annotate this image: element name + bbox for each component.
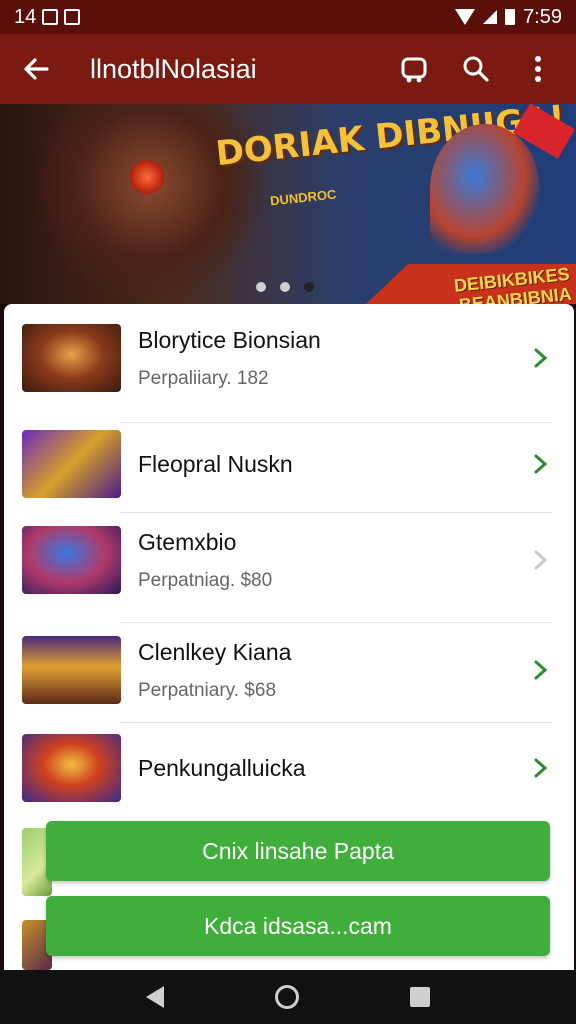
list-item-text: Gtemxbio Perpatniag. $80 (138, 529, 552, 592)
list-item[interactable]: Clenlkey Kiana Perpatniary. $68 (22, 636, 552, 704)
carousel-dot[interactable] (256, 282, 266, 292)
chevron-right-icon[interactable] (528, 658, 552, 682)
chevron-right-icon[interactable] (528, 756, 552, 780)
wifi-icon (455, 9, 476, 25)
carousel-indicators (256, 282, 314, 292)
more-options-button[interactable] (516, 47, 560, 91)
nav-home-icon[interactable] (274, 985, 299, 1009)
chevron-right-icon[interactable] (528, 346, 552, 370)
banner-subtitle: DUNDROC (269, 186, 338, 209)
game-thumbnail (22, 430, 121, 498)
nav-back-icon[interactable] (145, 986, 164, 1008)
notification-icon (42, 9, 59, 25)
search-button[interactable] (454, 47, 498, 91)
status-bar: 14 7:59 (0, 0, 576, 34)
primary-action-button[interactable]: Cnix linsahe Papta (46, 821, 550, 881)
game-thumbnail (22, 636, 121, 704)
promo-banner[interactable]: DORIAK DIBNIIGA! DUNDROC DEIBIKBIKES BEA… (0, 104, 576, 304)
status-right: 7:59 (455, 6, 562, 29)
gallery-icon (64, 9, 81, 25)
list-divider (120, 722, 552, 723)
status-time-left: 14 (14, 5, 37, 28)
more-vert-icon (535, 56, 541, 82)
system-nav-bar (0, 970, 576, 1024)
list-item[interactable]: Gtemxbio Perpatniag. $80 (22, 526, 552, 594)
search-icon (463, 56, 489, 82)
cart-icon (401, 57, 427, 83)
list-divider (120, 622, 552, 623)
secondary-action-button[interactable]: Kdca idsasa...cam (46, 896, 550, 956)
game-thumbnail (22, 526, 121, 594)
list-item-title: Clenlkey Kiana (138, 638, 292, 665)
status-clock: 7:59 (523, 5, 562, 28)
back-button[interactable] (16, 49, 56, 89)
list-divider (120, 422, 552, 423)
game-thumbnail (22, 324, 121, 392)
chevron-right-icon[interactable] (528, 452, 552, 476)
cart-button[interactable] (392, 47, 436, 91)
list-item-text: Clenlkey Kiana Perpatniary. $68 (138, 639, 552, 702)
carousel-dot[interactable] (280, 282, 290, 292)
list-item-text: Blorytice Bionsian Perpaliiary. 182 (138, 327, 552, 390)
page-title: llnotblNolasiai (90, 53, 257, 84)
app-bar: llnotblNolasiai (0, 34, 576, 104)
banner-hero-gem (130, 160, 164, 194)
list-item[interactable]: Blorytice Bionsian Perpaliiary. 182 (22, 324, 552, 392)
banner-characters (430, 124, 540, 254)
list-item[interactable]: Penkungalluicka (22, 734, 552, 802)
list-item-subtitle: Perpatniag. $80 (138, 569, 273, 591)
list-item-title: Fleopral Nuskn (138, 450, 293, 477)
list-item-subtitle: Perpatniary. $68 (138, 679, 277, 701)
list-item-text: Fleopral Nuskn (138, 451, 552, 478)
status-left: 14 (14, 5, 81, 29)
battery-icon (505, 9, 516, 25)
list-item[interactable]: Fleopral Nuskn (22, 430, 552, 498)
list-item-subtitle: Perpaliiary. 182 (138, 367, 269, 389)
arrow-left-icon (24, 58, 49, 80)
nav-recents-icon[interactable] (410, 987, 431, 1007)
list-item-title: Blorytice Bionsian (138, 326, 321, 353)
list-item-text: Penkungalluicka (138, 755, 552, 782)
carousel-dot-active[interactable] (304, 282, 314, 292)
list-item-title: Gtemxbio (138, 528, 237, 555)
game-thumbnail (22, 734, 121, 802)
list-divider (120, 512, 552, 513)
signal-icon (483, 10, 498, 24)
chevron-right-icon[interactable] (528, 548, 552, 572)
list-item-title: Penkungalluicka (138, 754, 306, 781)
